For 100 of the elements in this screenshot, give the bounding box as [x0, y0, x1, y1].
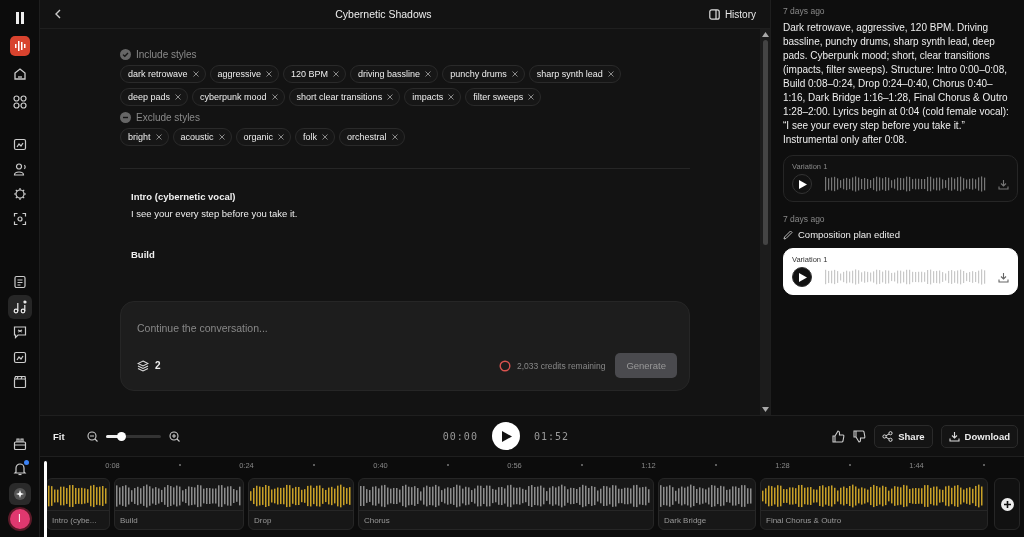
clip-label: Drop [253, 515, 273, 525]
style-group-label: Include styles [136, 49, 197, 60]
sidebar-button[interactable] [7, 294, 32, 319]
timeline-clip[interactable]: Intro (cybe... [46, 478, 110, 530]
person-icon [12, 162, 27, 177]
play-button[interactable] [792, 267, 812, 287]
close-icon[interactable] [322, 134, 329, 140]
bell-icon [12, 462, 27, 476]
check-circle-icon [120, 49, 131, 60]
minus-circle-icon [120, 112, 131, 123]
download-button[interactable]: Download [940, 424, 1018, 448]
close-icon[interactable] [278, 134, 285, 140]
close-icon[interactable] [387, 94, 394, 100]
tag-label: sharp synth lead [536, 69, 603, 79]
tag-label: folk [303, 132, 318, 142]
close-icon[interactable] [333, 71, 340, 77]
zoom-slider[interactable] [105, 434, 161, 438]
close-icon[interactable] [511, 71, 518, 77]
chat-icon [12, 324, 27, 339]
history-button[interactable]: History [702, 7, 762, 21]
timeline-clip[interactable]: Drop [248, 478, 354, 530]
clip-label: Chorus [363, 515, 391, 525]
timeline-clip[interactable]: Chorus [358, 478, 654, 530]
share-icon [882, 430, 894, 442]
timeline-clip[interactable]: Final Chorus & Outro [760, 478, 988, 530]
pause-icon [14, 12, 25, 24]
chevron-left-icon [54, 9, 62, 19]
tag-label: short clear transitions [296, 92, 383, 102]
close-icon[interactable] [192, 71, 199, 77]
play-icon [502, 430, 513, 442]
play-icon [799, 179, 807, 189]
close-icon[interactable] [425, 71, 432, 77]
thumbs-down-icon[interactable] [853, 429, 867, 443]
zoom-out-icon[interactable] [86, 430, 98, 442]
tag-label: deep pads [128, 92, 171, 102]
close-icon[interactable] [607, 71, 614, 77]
close-icon[interactable] [218, 134, 225, 140]
section-title: Intro (cybernetic vocal) [131, 191, 237, 202]
style-group-label: Exclude styles [136, 112, 200, 123]
scroll-down-icon [761, 407, 769, 412]
layers-icon [137, 359, 149, 372]
download-icon [948, 430, 960, 442]
scrollbar[interactable] [760, 29, 770, 415]
pencil-icon [783, 229, 793, 240]
play-button[interactable] [792, 174, 812, 194]
tag-label: acoustic [180, 132, 214, 142]
close-icon[interactable] [175, 94, 182, 100]
sidebar-button[interactable] [7, 34, 32, 58]
share-button[interactable]: Share [874, 424, 933, 448]
timeline-clip[interactable]: Dark Bridge [658, 478, 756, 530]
progress-ring-icon [499, 359, 511, 372]
close-icon[interactable] [271, 94, 278, 100]
gift-icon [12, 437, 27, 451]
tag-label: cyberpunk mood [200, 92, 267, 102]
credits-remaining: 2,033 credits remaining [517, 360, 606, 371]
close-icon[interactable] [528, 94, 535, 100]
download-icon[interactable] [998, 271, 1009, 283]
layer-count: 2 [155, 360, 161, 371]
message-field[interactable]: Continue the conversation... [137, 322, 677, 334]
tag-label: aggressive [217, 69, 262, 79]
music-notes-icon [12, 299, 27, 314]
tag-label: filter sweeps [473, 92, 524, 102]
plus-circle-icon [1000, 497, 1014, 511]
fit-button[interactable]: Fit [53, 430, 65, 442]
tag-label: punchy drums [450, 69, 507, 79]
timestamp: 7 days ago [783, 6, 826, 16]
close-icon[interactable] [448, 94, 455, 100]
download-icon[interactable] [998, 178, 1009, 190]
waveform-logo [9, 36, 30, 56]
lyric-line: I see your every step before you take it. [131, 208, 299, 219]
slider-thumb[interactable] [117, 431, 126, 441]
clip-label: Dark Bridge [663, 515, 708, 525]
close-icon[interactable] [266, 71, 273, 77]
home-icon [12, 67, 27, 81]
scan-icon [12, 212, 27, 227]
clip-label: Intro (cybe... [51, 515, 98, 525]
close-icon[interactable] [391, 134, 398, 140]
tag-label: organic [243, 132, 274, 142]
sidebar-button[interactable]: I [7, 507, 32, 531]
gear-icon [12, 187, 27, 202]
prompt-text: Dark retrowave, aggressive, 120 BPM. Driving bassline, punchy drums, sharp synth lead, deep pads. Cyberpunk mood; short, clear transitions (impacts, filter sweeps). Structure: Intro 0:00–0:08, Build 0:08–0:24, Drop 0:24–0:40, Chorus 0:40–1:16, Dark Bridge 1:16–1:28, Final Chorus & Outro 1:28–2:00. Lyrics begin at 0:04 (cold female vocal): “I see your every step before you take it.” Instrumental only after 0:08. [783, 21, 1010, 147]
play-icon [799, 272, 807, 282]
song-title: Cybernetic Shadows [334, 8, 433, 20]
tag-label: dark retrowave [128, 69, 188, 79]
panel-icon [708, 8, 720, 20]
clip-label: Build [119, 515, 139, 525]
thumbs-up-icon[interactable] [832, 429, 846, 443]
timestamp: 7 days ago [783, 214, 826, 224]
clapper-icon [12, 374, 27, 389]
tag-label: bright [128, 132, 151, 142]
tag-label: impacts [412, 92, 444, 102]
duration: 01:52 [533, 430, 569, 442]
zoom-in-icon[interactable] [168, 430, 180, 442]
edit-note: Composition plan edited [798, 229, 900, 240]
close-icon[interactable] [155, 134, 162, 140]
grid-icon [12, 95, 27, 109]
timeline-clip[interactable]: Build [114, 478, 244, 530]
add-button[interactable] [994, 478, 1020, 530]
play-button[interactable] [491, 422, 520, 450]
section-title: Build [131, 249, 156, 260]
